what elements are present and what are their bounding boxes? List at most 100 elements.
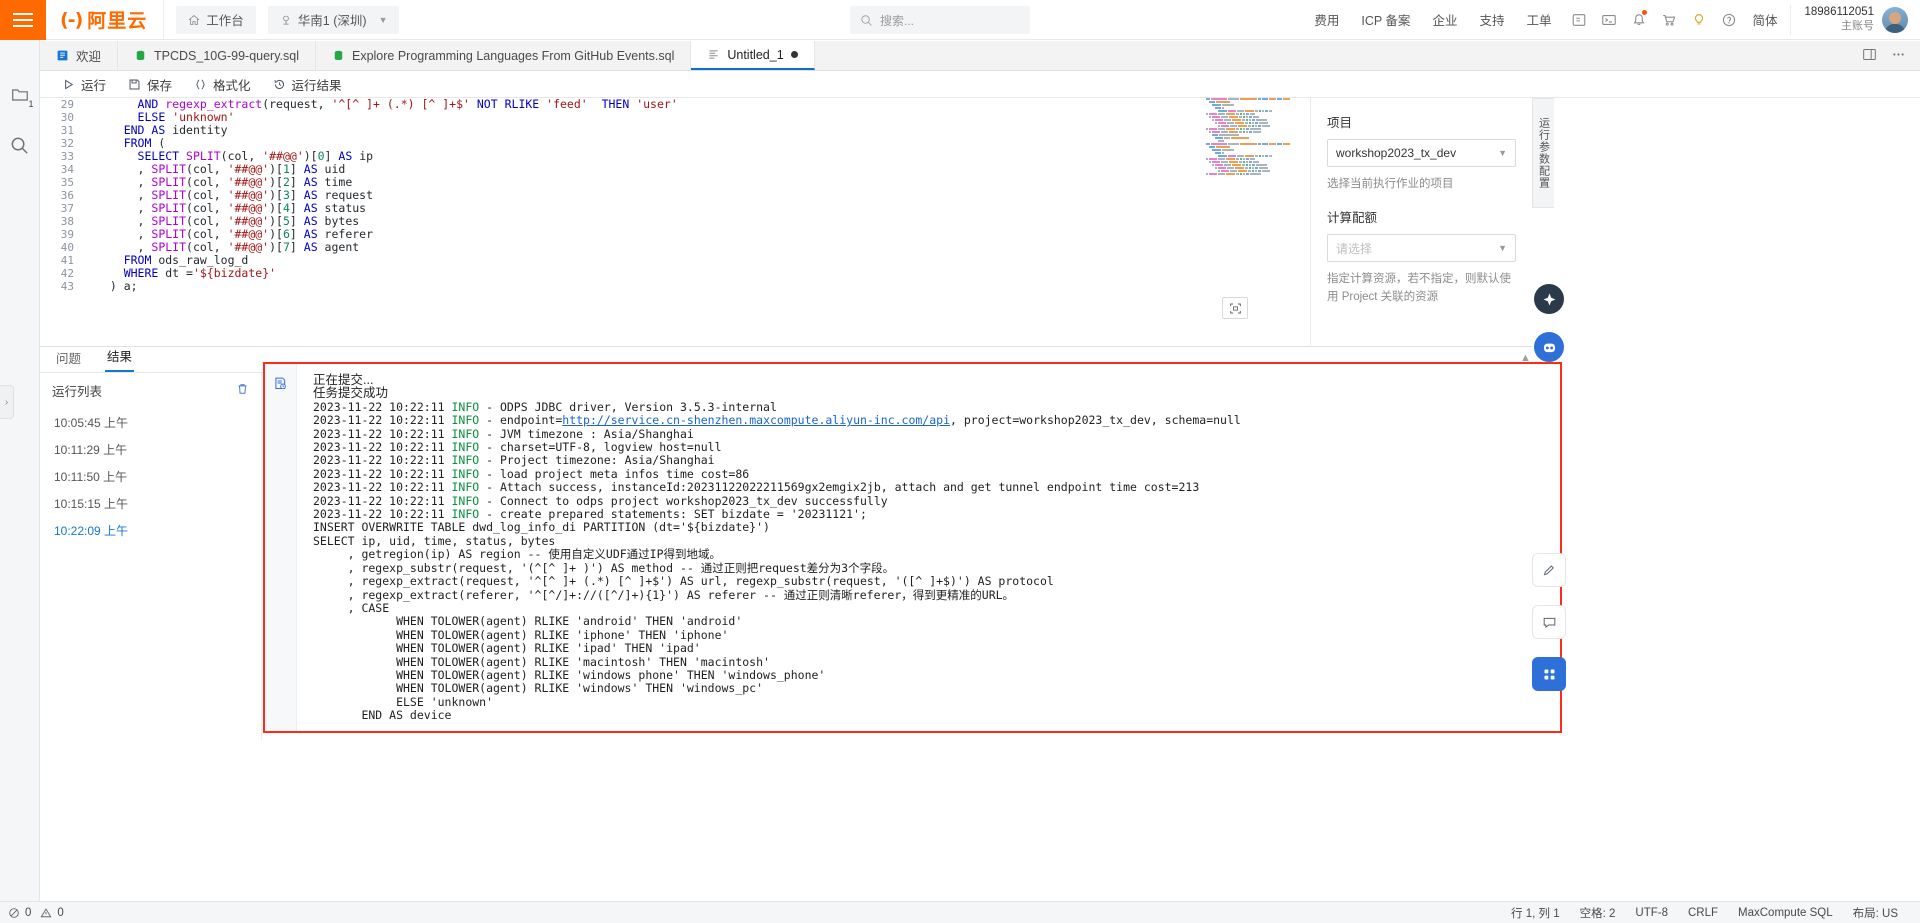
minimap-line xyxy=(1204,143,1290,145)
keyboard-layout[interactable]: 布局: US xyxy=(1843,905,1908,921)
language-mode[interactable]: MaxCompute SQL xyxy=(1728,907,1843,919)
help-icon[interactable] xyxy=(1714,3,1744,37)
pencil-icon[interactable] xyxy=(1532,553,1566,587)
run-list-item[interactable]: 10:15:15 上午 xyxy=(52,490,249,517)
sql-code-editor[interactable]: 29 AND regexp_extract(request, '^[^ ]+ (… xyxy=(40,98,1310,345)
log-doc-icon[interactable] xyxy=(273,376,288,394)
format-button[interactable]: 格式化 xyxy=(184,72,261,96)
cursor-position[interactable]: 行 1, 列 1 xyxy=(1501,905,1570,921)
menu-toggle-button[interactable] xyxy=(0,0,46,40)
sidebar-expand-handle[interactable]: › xyxy=(0,385,14,419)
save-label: 保存 xyxy=(147,78,173,93)
bell-icon[interactable] xyxy=(1624,3,1654,37)
run-list-title: 运行列表 xyxy=(52,385,103,399)
line-number: 37 xyxy=(60,202,74,215)
play-icon xyxy=(62,78,75,91)
tab-problems[interactable]: 问题 xyxy=(54,348,83,372)
run-result-button[interactable]: 运行结果 xyxy=(263,72,352,96)
log-line: , getregion(ip) AS region -- 使用自定义UDF通过I… xyxy=(313,547,722,562)
save-button[interactable]: 保存 xyxy=(118,72,182,96)
tab-welcome[interactable]: 欢迎 xyxy=(40,41,119,70)
search-icon xyxy=(861,14,872,26)
run-result-label: 运行结果 xyxy=(291,78,342,93)
execution-log-panel[interactable]: 正在提交... 任务提交成功 2023-11-22 10:22:11 INFO - … xyxy=(263,362,1562,733)
warning-triangle-icon xyxy=(40,907,52,917)
header-link-icp[interactable]: ICP 备案 xyxy=(1350,10,1421,29)
trash-icon[interactable] xyxy=(236,382,249,399)
region-selector[interactable]: 华南1 (深圳) ▼ xyxy=(267,5,400,34)
collapse-panel-icon[interactable]: ▲ xyxy=(1520,352,1531,364)
logo-bracket-icon: (-) xyxy=(60,8,83,31)
indent-setting[interactable]: 空格: 2 xyxy=(1570,905,1626,921)
ai-assistant-icon[interactable] xyxy=(1534,284,1564,314)
run-list-header: 运行列表 xyxy=(52,381,249,400)
code-line: 31 END AS identity xyxy=(40,124,1310,138)
quota-select[interactable]: 请选择 ▼ xyxy=(1327,234,1516,263)
project-select[interactable]: workshop2023_tx_dev ▼ xyxy=(1327,139,1516,167)
header-link-fee[interactable]: 费用 xyxy=(1303,10,1350,29)
run-list-items: 10:05:45 上午 10:11:29 上午 10:11:50 上午 10:15:1… xyxy=(52,409,249,544)
encoding-setting[interactable]: UTF-8 xyxy=(1625,907,1678,919)
robot-icon[interactable] xyxy=(1534,332,1564,362)
run-list-item[interactable]: 10:05:45 上午 xyxy=(52,409,249,436)
log-endpoint-link[interactable]: http://service.cn-shenzhen.maxcompute.al… xyxy=(562,413,950,427)
run-list-item[interactable]: 10:11:29 上午 xyxy=(52,436,249,463)
history-icon xyxy=(273,78,286,91)
run-list-item[interactable]: 10:11:50 上午 xyxy=(52,463,249,490)
apps-grid-icon[interactable] xyxy=(1532,657,1566,691)
comment-icon[interactable] xyxy=(1532,605,1566,639)
status-diagnostics[interactable]: 0 0 xyxy=(0,907,64,919)
tab-tpcds-query[interactable]: TPCDS_10G-99-query.sql xyxy=(118,41,316,70)
welcome-icon xyxy=(57,50,68,61)
more-actions-icon[interactable] xyxy=(1891,47,1906,65)
search-icon[interactable] xyxy=(3,128,37,162)
log-line: WHEN TOLOWER(agent) RLIKE 'windows phone… xyxy=(313,667,826,682)
run-button[interactable]: 运行 xyxy=(52,72,116,96)
tab-explore-github[interactable]: Explore Programming Languages From GitHu… xyxy=(315,41,692,70)
tab-results[interactable]: 结果 xyxy=(105,346,135,372)
minimap-line xyxy=(1213,167,1290,169)
code-line: 30 ELSE 'unknown' xyxy=(40,111,1310,125)
project-hint: 选择当前执行作业的项目 xyxy=(1327,178,1454,190)
terminal-icon[interactable] xyxy=(1594,3,1624,37)
minimap-line xyxy=(1204,113,1290,115)
fit-screen-icon[interactable] xyxy=(1222,297,1248,319)
minimap-line xyxy=(1210,119,1290,121)
cart-icon[interactable] xyxy=(1654,3,1684,37)
global-search[interactable]: 搜索... xyxy=(850,6,1030,34)
workbench-link[interactable]: 工作台 xyxy=(176,5,256,34)
user-account[interactable]: 18986112051 主账号 xyxy=(1789,4,1920,35)
log-line: 任务提交成功 xyxy=(313,386,389,401)
log-line: 2023-11-22 10:22:11 INFO - ODPS JDBC dri… xyxy=(313,399,777,414)
floating-action-rail xyxy=(1532,280,1566,740)
minimap-line xyxy=(1207,116,1290,118)
editor-minimap[interactable] xyxy=(1204,98,1290,190)
header-link-ticket[interactable]: 工单 xyxy=(1515,10,1562,29)
tabstrip-actions xyxy=(1848,41,1920,70)
minimap-line xyxy=(1207,161,1290,163)
app-switch-icon[interactable] xyxy=(1564,3,1594,37)
eol-setting[interactable]: CRLF xyxy=(1678,907,1728,919)
run-config-tab[interactable]: 运行参数配置 xyxy=(1532,98,1554,208)
language-switch[interactable]: 简体 xyxy=(1744,10,1789,29)
header-link-support[interactable]: 支持 xyxy=(1468,10,1515,29)
minimap-line xyxy=(1210,149,1290,151)
header-link-enterprise[interactable]: 企业 xyxy=(1421,10,1468,29)
log-line: 2023-11-22 10:22:11 INFO - Project timez… xyxy=(313,453,715,468)
quota-label: 计算配额 xyxy=(1327,211,1378,226)
log-line: ELSE 'unknown' xyxy=(313,694,494,709)
log-line: , CASE xyxy=(313,600,390,615)
tab-untitled-1[interactable]: Untitled_1 xyxy=(691,41,815,70)
app-root: (-) 阿里云 工作台 华南1 (深圳) ▼ 搜索... 费用 ICP 备案 企… xyxy=(0,0,1920,923)
bulb-icon[interactable] xyxy=(1684,3,1714,37)
log-line: WHEN TOLOWER(agent) RLIKE 'android' THEN… xyxy=(313,614,743,629)
quota-hint: 指定计算资源，若不指定，则默认使用 Project 关联的资源 xyxy=(1327,273,1511,303)
log-line: 2023-11-22 10:22:11 INFO - charset=UTF-8… xyxy=(313,440,722,455)
tab-label: TPCDS_10G-99-query.sql xyxy=(154,48,299,63)
minimap-line xyxy=(1207,131,1290,133)
run-list-item[interactable]: 10:22:09 上午 xyxy=(52,517,249,544)
aliyun-logo[interactable]: (-) 阿里云 xyxy=(46,0,165,40)
split-editor-icon[interactable] xyxy=(1862,47,1877,65)
avatar[interactable] xyxy=(1882,6,1908,33)
files-icon[interactable]: 1 xyxy=(3,78,37,112)
